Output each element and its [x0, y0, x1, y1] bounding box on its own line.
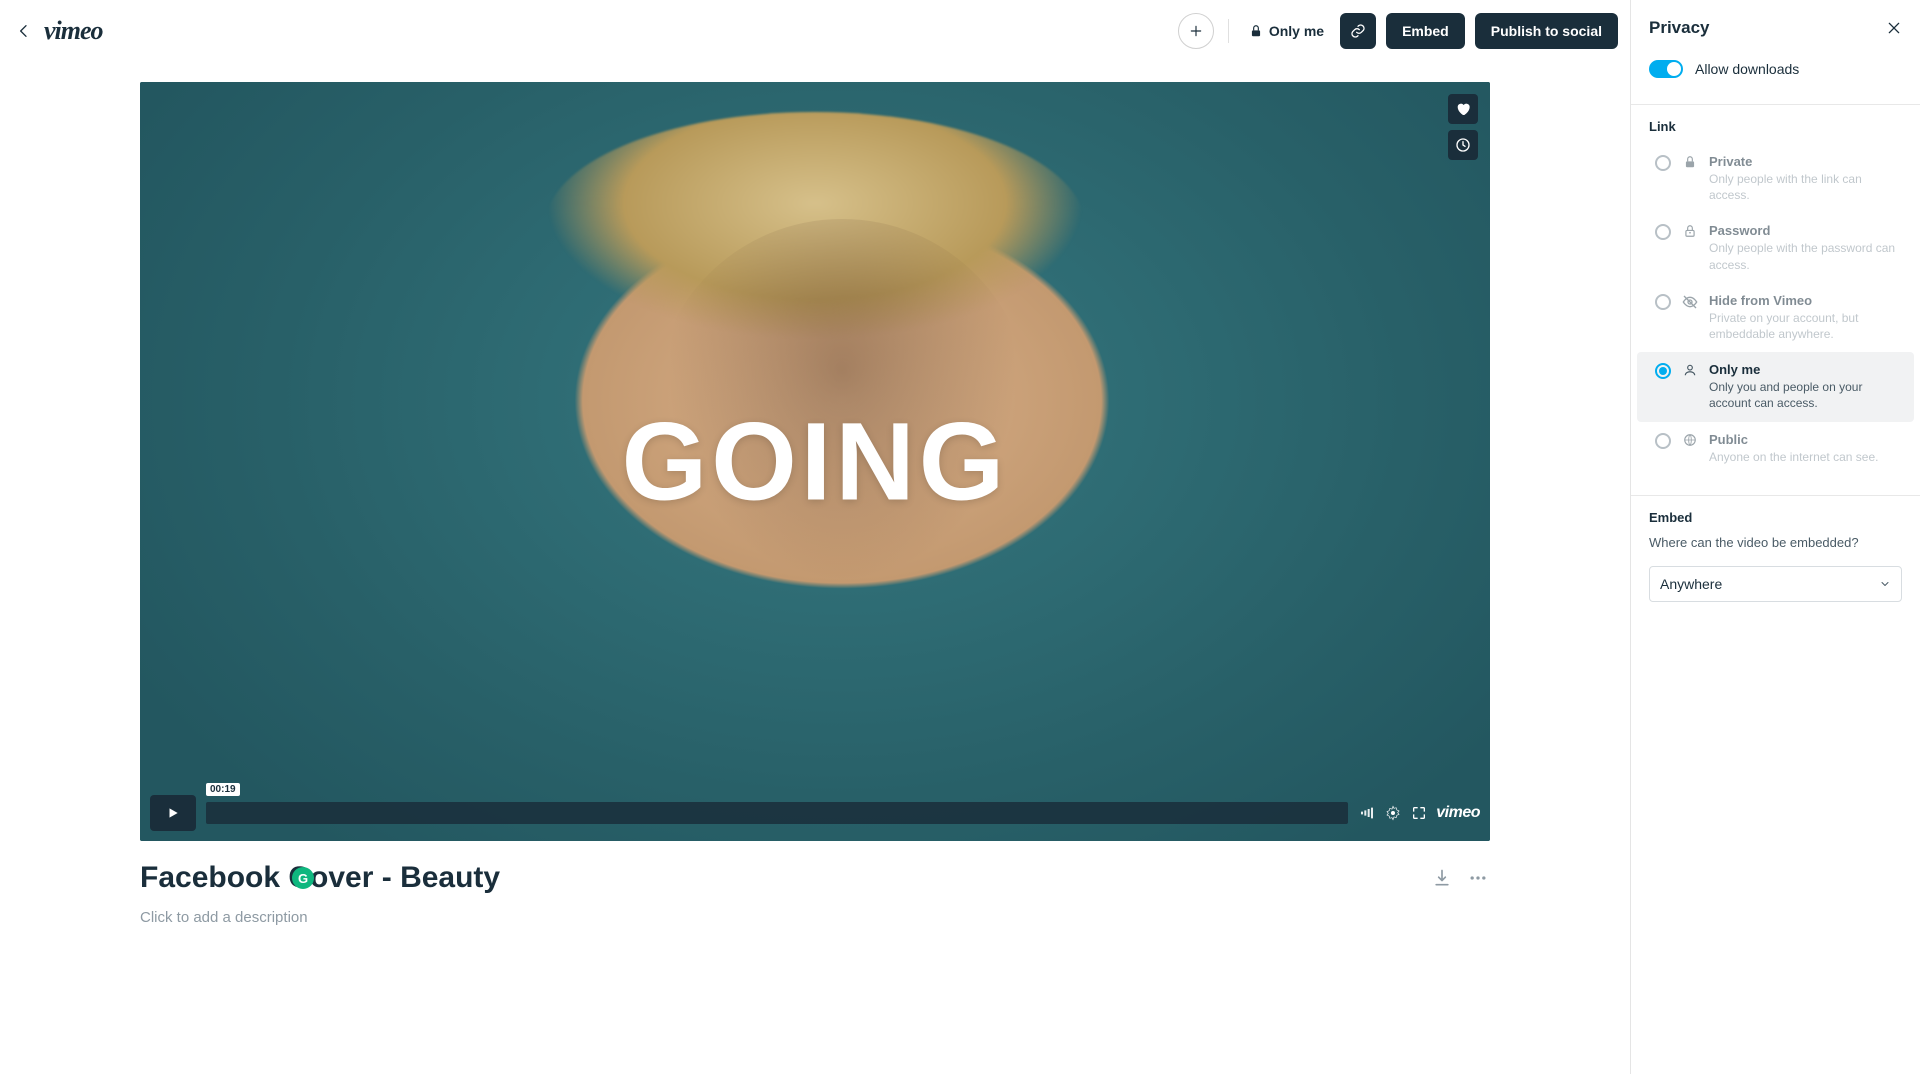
allow-downloads-label: Allow downloads	[1695, 61, 1799, 77]
radio-button[interactable]	[1655, 363, 1671, 379]
privacy-chip-label: Only me	[1269, 23, 1324, 39]
embed-section-label: Embed	[1631, 510, 1920, 535]
radio-button[interactable]	[1655, 433, 1671, 449]
globe-icon	[1681, 433, 1699, 447]
privacy-panel: Privacy Allow downloads Link Private Only…	[1630, 0, 1920, 1074]
more-button[interactable]	[1466, 866, 1490, 890]
radio-button[interactable]	[1655, 294, 1671, 310]
option-desc: Only you and people on your account can …	[1709, 379, 1896, 411]
embed-select[interactable]: Anywhere	[1649, 566, 1902, 602]
option-title: Private	[1709, 154, 1896, 169]
copy-link-button[interactable]	[1340, 13, 1376, 49]
settings-button[interactable]	[1384, 804, 1402, 822]
option-title: Password	[1709, 223, 1896, 238]
timestamp-badge: 00:19	[206, 783, 240, 796]
play-button[interactable]	[150, 795, 196, 831]
dots-icon	[1468, 868, 1488, 888]
lock-key-icon	[1681, 224, 1699, 238]
privacy-option-only-me[interactable]: Only me Only you and people on your accou…	[1637, 352, 1914, 421]
vimeo-brand[interactable]: vimeo	[1436, 804, 1480, 822]
embed-button[interactable]: Embed	[1386, 13, 1465, 49]
close-panel-button[interactable]	[1886, 20, 1902, 36]
privacy-option-public[interactable]: Public Anyone on the internet can see.	[1637, 422, 1914, 475]
option-desc: Only people with the password can access…	[1709, 240, 1896, 272]
link-icon	[1350, 23, 1366, 39]
eye-off-icon	[1681, 294, 1699, 310]
link-section-label: Link	[1631, 119, 1920, 144]
panel-title: Privacy	[1649, 18, 1710, 38]
back-button[interactable]	[12, 19, 36, 43]
description-field[interactable]: Click to add a description	[140, 909, 1490, 926]
download-button[interactable]	[1430, 866, 1454, 890]
player-controls: 00:19 vimeo	[150, 795, 1480, 831]
progress-bar[interactable]: 00:19	[206, 795, 1348, 831]
embed-select-value: Anywhere	[1660, 576, 1722, 592]
option-title: Hide from Vimeo	[1709, 293, 1896, 308]
privacy-chip[interactable]: Only me	[1243, 23, 1330, 39]
play-icon	[166, 806, 180, 820]
watch-later-button[interactable]	[1448, 130, 1478, 160]
option-title: Only me	[1709, 362, 1896, 377]
privacy-option-hide-from-vimeo[interactable]: Hide from Vimeo Private on your account, …	[1637, 283, 1914, 352]
close-icon	[1886, 20, 1902, 36]
option-desc: Private on your account, but embeddable …	[1709, 310, 1896, 342]
radio-button[interactable]	[1655, 224, 1671, 240]
divider	[1228, 19, 1229, 43]
video-title[interactable]: Facebook Cover - Beauty	[140, 861, 500, 895]
add-button[interactable]	[1178, 13, 1214, 49]
like-button[interactable]	[1448, 94, 1478, 124]
clock-icon	[1455, 137, 1471, 153]
volume-icon	[1359, 805, 1375, 821]
download-icon	[1432, 868, 1452, 888]
privacy-options: Private Only people with the link can acc…	[1631, 144, 1920, 475]
lock-icon	[1249, 24, 1263, 38]
embed-question: Where can the video be embedded?	[1631, 535, 1920, 560]
video-player[interactable]: GOING 00:19	[140, 82, 1490, 841]
vimeo-logo[interactable]: vimeo	[44, 16, 103, 46]
volume-button[interactable]	[1358, 804, 1376, 822]
gear-icon	[1385, 805, 1401, 821]
radio-button[interactable]	[1655, 155, 1671, 171]
privacy-option-password[interactable]: Password Only people with the password ca…	[1637, 213, 1914, 282]
privacy-option-private[interactable]: Private Only people with the link can acc…	[1637, 144, 1914, 213]
fullscreen-icon	[1411, 805, 1427, 821]
option-title: Public	[1709, 432, 1896, 447]
video-overlay-text: GOING	[622, 398, 1009, 525]
option-desc: Anyone on the internet can see.	[1709, 449, 1896, 465]
lock-icon	[1681, 155, 1699, 169]
chevron-down-icon	[1879, 578, 1891, 590]
allow-downloads-toggle[interactable]	[1649, 60, 1683, 78]
option-desc: Only people with the link can access.	[1709, 171, 1896, 203]
person-icon	[1681, 363, 1699, 377]
heart-icon	[1455, 101, 1471, 117]
arrow-left-icon	[16, 23, 32, 39]
top-bar: vimeo Only me Embed Publish to social	[0, 0, 1630, 62]
publish-button[interactable]: Publish to social	[1475, 13, 1618, 49]
fullscreen-button[interactable]	[1410, 804, 1428, 822]
plus-icon	[1189, 24, 1203, 38]
